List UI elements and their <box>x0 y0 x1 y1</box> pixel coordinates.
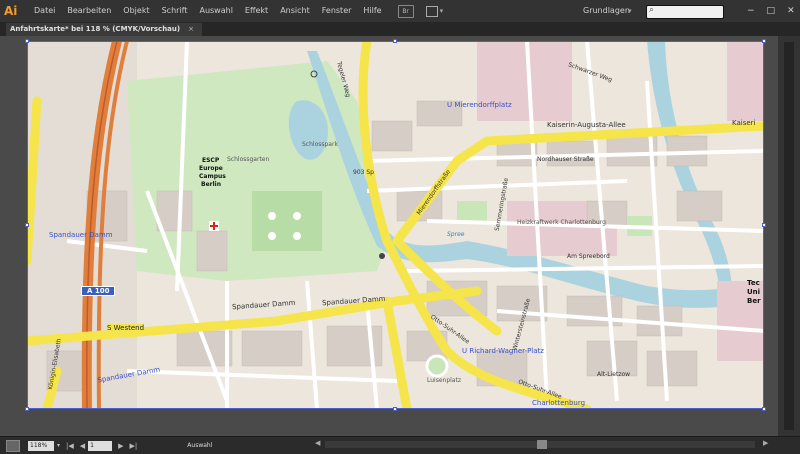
resize-handle[interactable] <box>762 39 766 43</box>
menu-hilfe[interactable]: Hilfe <box>357 0 387 22</box>
first-page-icon[interactable]: |◀ <box>66 442 74 450</box>
menu-auswahl[interactable]: Auswahl <box>193 0 238 22</box>
resize-handle[interactable] <box>25 223 29 227</box>
vertical-scrollbar[interactable] <box>778 36 800 436</box>
page-field[interactable]: 1 <box>88 440 113 451</box>
selection-bounding-box[interactable] <box>27 41 764 409</box>
menu-fenster[interactable]: Fenster <box>316 0 358 22</box>
app-logo: Ai <box>4 4 18 18</box>
resize-handle[interactable] <box>393 407 397 411</box>
prev-page-icon[interactable]: ◀ <box>80 442 85 450</box>
window-controls: − □ ✕ <box>747 0 795 22</box>
arrange-documents-button[interactable]: ▾ <box>425 5 448 17</box>
menu-schrift[interactable]: Schrift <box>156 0 194 22</box>
scroll-right-icon[interactable]: ▶ <box>763 439 768 447</box>
search-input[interactable]: ⌕ <box>646 5 724 19</box>
artboard-navigator-icon[interactable] <box>6 439 20 452</box>
restore-button[interactable]: □ <box>767 6 776 16</box>
resize-handle[interactable] <box>393 39 397 43</box>
workspace-switcher[interactable]: Grundlagen <box>583 0 630 22</box>
zoom-field[interactable]: 118% <box>28 440 54 451</box>
chevron-down-icon[interactable]: ▾ <box>628 0 632 22</box>
chevron-down-icon[interactable]: ▾ <box>57 442 60 449</box>
last-page-icon[interactable]: ▶| <box>130 442 138 450</box>
close-button[interactable]: ✕ <box>787 6 795 16</box>
arrange-documents-icon <box>425 5 438 17</box>
resize-handle[interactable] <box>25 39 29 43</box>
resize-handle[interactable] <box>25 407 29 411</box>
menu-effekt[interactable]: Effekt <box>239 0 274 22</box>
document-tab[interactable]: Anfahrtskarte* bei 118 % (CMYK/Vorschau)… <box>6 23 202 36</box>
menu-bearbeiten[interactable]: Bearbeiten <box>61 0 117 22</box>
menu-objekt[interactable]: Objekt <box>117 0 155 22</box>
next-page-icon[interactable]: ▶ <box>118 442 123 450</box>
chevron-down-icon: ▾ <box>439 7 444 15</box>
minimize-button[interactable]: − <box>747 6 755 16</box>
resize-handle[interactable] <box>762 223 766 227</box>
close-tab-icon[interactable]: × <box>188 25 194 33</box>
bridge-button[interactable]: Br <box>397 4 414 18</box>
menu-ansicht[interactable]: Ansicht <box>274 0 316 22</box>
search-icon: ⌕ <box>649 5 655 15</box>
scroll-left-icon[interactable]: ◀ <box>315 439 320 447</box>
document-tab-bar: Anfahrtskarte* bei 118 % (CMYK/Vorschau)… <box>0 22 800 36</box>
horizontal-scrollbar[interactable]: ◀ ▶ <box>315 439 770 450</box>
menu-datei[interactable]: Datei <box>28 0 61 22</box>
document-tab-title: Anfahrtskarte* bei 118 % (CMYK/Vorschau) <box>10 25 181 33</box>
current-tool-status: Auswahl <box>187 442 213 449</box>
scrollbar-track[interactable] <box>784 42 794 430</box>
scrollbar-thumb[interactable] <box>537 440 547 449</box>
resize-handle[interactable] <box>762 407 766 411</box>
